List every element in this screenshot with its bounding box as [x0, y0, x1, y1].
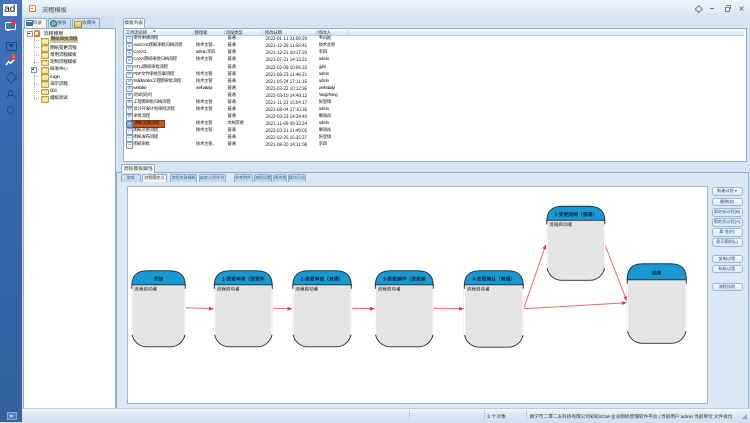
svg-text:5-变更回响（普通）: 5-变更回响（普通）	[553, 211, 597, 218]
svg-text:4-变更确认（普通）: 4-变更确认（普通）	[471, 275, 515, 282]
svg-text:结束: 结束	[651, 269, 662, 276]
svg-text:流程启动者: 流程启动者	[466, 286, 489, 292]
svg-text:2-变更审核（普通）: 2-变更审核（普通）	[300, 275, 343, 282]
svg-text:流程启动者: 流程启动者	[549, 222, 572, 228]
svg-text:3-变更操作（变更操: 3-变更操作（变更操	[383, 275, 426, 282]
svg-text:流程启动者: 流程启动者	[295, 286, 318, 292]
svg-text:流程启动者: 流程启动者	[377, 286, 400, 292]
svg-text:开始: 开始	[153, 275, 163, 282]
svg-text:流程启动者: 流程启动者	[134, 286, 157, 292]
svg-text:流程启动者: 流程启动者	[216, 286, 239, 292]
svg-text:1-变更申请（变更申: 1-变更申请（变更申	[222, 275, 265, 282]
